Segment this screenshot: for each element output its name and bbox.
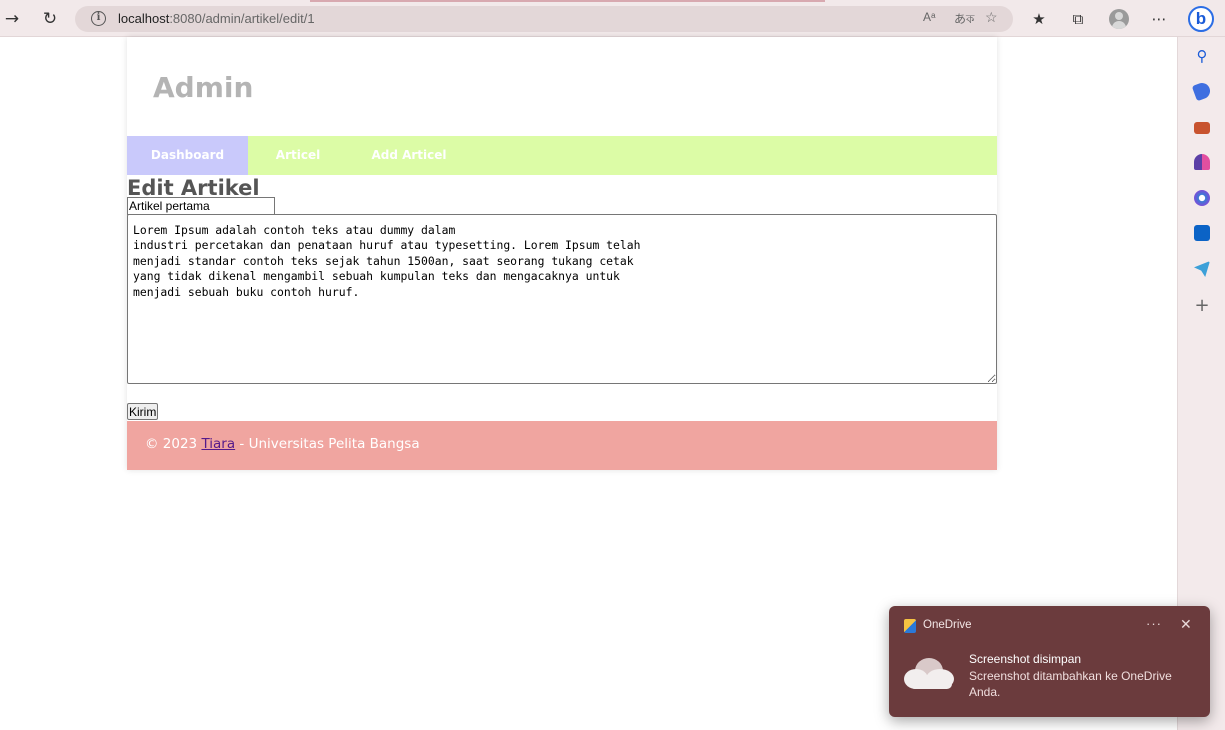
more-icon[interactable]: ⋯ — [1149, 9, 1169, 29]
submit-button[interactable]: Kirim — [127, 403, 159, 420]
nav-articel[interactable]: Articel — [248, 136, 348, 175]
more-options-icon[interactable]: ··· — [1146, 616, 1162, 631]
site-footer: © 2023 Tiara - Universitas Pelita Bangsa — [127, 421, 997, 470]
search-icon[interactable]: ⚲ — [1194, 48, 1210, 64]
send-icon[interactable] — [1194, 261, 1210, 277]
article-body-textarea[interactable]: Lorem Ipsum adalah contoh teks atau dumm… — [127, 214, 997, 384]
add-favorite-icon[interactable]: ☆ — [985, 9, 998, 26]
article-title-input[interactable] — [127, 197, 275, 215]
notification-app-name: OneDrive — [923, 619, 972, 631]
collections-icon[interactable]: ⧉ — [1068, 9, 1088, 29]
outlook-icon[interactable] — [1194, 225, 1210, 241]
site-header: Admin — [127, 37, 997, 136]
close-icon[interactable]: ✕ — [1180, 616, 1192, 633]
onedrive-app-icon — [904, 619, 916, 633]
shopping-tag-icon[interactable] — [1191, 80, 1213, 102]
onedrive-notification[interactable]: OneDrive ··· ✕ Screenshot disimpan Scree… — [889, 606, 1210, 717]
url-text[interactable]: localhost:8080/admin/artikel/edit/1 — [118, 11, 315, 26]
footer-author-link[interactable]: Tiara — [201, 436, 235, 452]
read-aloud-icon[interactable]: Aᵃ — [923, 10, 935, 24]
browser-toolbar: → ↻ i localhost:8080/admin/artikel/edit/… — [0, 0, 1225, 37]
nav-dashboard[interactable]: Dashboard — [127, 136, 248, 175]
notification-title: Screenshot disimpan — [969, 652, 1082, 666]
add-icon[interactable]: + — [1194, 297, 1210, 315]
footer-text: © 2023 Tiara - Universitas Pelita Bangsa — [145, 436, 420, 452]
edit-article-form: Edit Artikel Lorem Ipsum adalah contoh t… — [127, 175, 997, 421]
translate-icon[interactable]: あক — [954, 10, 974, 31]
favorites-icon[interactable]: ★ — [1029, 9, 1049, 29]
profile-avatar[interactable] — [1109, 9, 1129, 29]
info-icon[interactable]: i — [91, 11, 106, 26]
bing-copilot-icon[interactable]: b — [1188, 6, 1214, 32]
site-title: Admin — [153, 71, 254, 104]
refresh-icon[interactable]: ↻ — [39, 8, 61, 30]
tools-icon[interactable] — [1194, 122, 1210, 134]
office-icon[interactable] — [1194, 190, 1210, 206]
page-container: Admin Dashboard Articel Add Articel Edit… — [127, 37, 997, 470]
nav-add-articel[interactable]: Add Articel — [348, 136, 470, 175]
cloud-icon — [904, 658, 954, 689]
address-bar[interactable]: i localhost:8080/admin/artikel/edit/1 Aᵃ… — [75, 6, 1013, 32]
games-icon[interactable] — [1194, 154, 1210, 170]
main-nav: Dashboard Articel Add Articel — [127, 136, 997, 175]
tab-accent-line — [310, 0, 825, 2]
arrow-right-icon[interactable]: → — [1, 8, 23, 30]
notification-body: Screenshot ditambahkan ke OneDrive Anda. — [969, 669, 1172, 699]
